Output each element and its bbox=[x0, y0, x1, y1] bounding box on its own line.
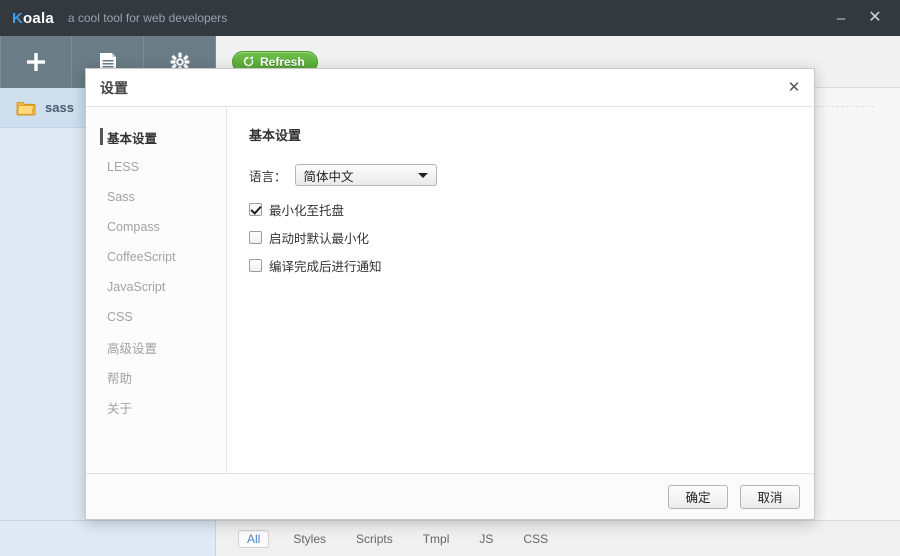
sidebar-item-sass[interactable]: Sass bbox=[86, 182, 226, 212]
language-select-value: 简体中文 bbox=[303, 169, 354, 184]
filter-js[interactable]: JS bbox=[473, 530, 499, 548]
refresh-circular-arrow-icon bbox=[242, 55, 255, 68]
cancel-button[interactable]: 取消 bbox=[740, 484, 800, 509]
start-minimized-row[interactable]: 启动时默认最小化 bbox=[249, 228, 792, 247]
filter-css[interactable]: CSS bbox=[517, 530, 554, 548]
settings-dialog: 设置 ✕ 基本设置 LESS Sass Compass CoffeeScript… bbox=[85, 68, 815, 520]
filter-styles[interactable]: Styles bbox=[287, 530, 332, 548]
chevron-down-icon bbox=[417, 173, 428, 178]
folder-icon bbox=[16, 100, 36, 116]
status-bar-left bbox=[0, 520, 216, 556]
notify-on-compile-label: 编译完成后进行通知 bbox=[269, 260, 382, 274]
app-logo-rest: oala bbox=[23, 9, 54, 27]
refresh-button-label: Refresh bbox=[260, 54, 305, 69]
app-logo: Koala bbox=[12, 10, 54, 27]
dialog-header: 设置 ✕ bbox=[86, 69, 814, 107]
ok-button[interactable]: 确定 bbox=[668, 484, 728, 509]
sidebar-item-javascript[interactable]: JavaScript bbox=[86, 272, 226, 302]
sidebar-item-basic-settings[interactable]: 基本设置 bbox=[86, 122, 226, 152]
filter-tmpl[interactable]: Tmpl bbox=[417, 530, 456, 548]
dialog-title: 设置 bbox=[100, 79, 128, 96]
filter-scripts[interactable]: Scripts bbox=[350, 530, 399, 548]
file-filter-bar: All Styles Scripts Tmpl JS CSS bbox=[216, 520, 900, 556]
sidebar-item-coffeescript[interactable]: CoffeeScript bbox=[86, 242, 226, 272]
app-tagline: a cool tool for web developers bbox=[67, 11, 228, 25]
sidebar-item-css[interactable]: CSS bbox=[86, 302, 226, 332]
minimize-icon[interactable]: – bbox=[824, 0, 858, 36]
start-minimized-checkbox[interactable] bbox=[249, 231, 262, 244]
dialog-content-pane: 基本设置 语言： 简体中文 最小化至托盘 启动时默认最小化 编译完成后进行通知 bbox=[227, 107, 814, 473]
sidebar-item-help[interactable]: 帮助 bbox=[86, 362, 226, 392]
language-label: 语言： bbox=[249, 169, 287, 184]
dialog-sidebar: 基本设置 LESS Sass Compass CoffeeScript Java… bbox=[86, 107, 227, 473]
app-logo-initial: K bbox=[12, 9, 24, 27]
dialog-close-icon[interactable]: ✕ bbox=[784, 77, 804, 97]
title-bar: Koala a cool tool for web developers – ✕ bbox=[0, 0, 900, 36]
project-name-label: sass bbox=[45, 100, 74, 115]
dialog-footer: 确定 取消 bbox=[86, 473, 814, 519]
minimize-to-tray-checkbox[interactable] bbox=[249, 203, 262, 216]
add-project-button[interactable] bbox=[0, 36, 72, 88]
sidebar-item-compass[interactable]: Compass bbox=[86, 212, 226, 242]
close-icon[interactable]: ✕ bbox=[858, 0, 892, 36]
filter-all[interactable]: All bbox=[238, 529, 270, 548]
language-select[interactable]: 简体中文 bbox=[294, 164, 437, 186]
plus-icon bbox=[25, 51, 47, 73]
window-controls: – ✕ bbox=[824, 0, 900, 36]
notify-on-compile-checkbox[interactable] bbox=[249, 259, 262, 272]
dialog-body: 基本设置 LESS Sass Compass CoffeeScript Java… bbox=[86, 107, 814, 473]
language-row: 语言： 简体中文 bbox=[249, 164, 792, 186]
minimize-to-tray-row[interactable]: 最小化至托盘 bbox=[249, 200, 792, 219]
koala-app-window: Koala a cool tool for web developers – ✕ bbox=[0, 0, 900, 556]
minimize-to-tray-label: 最小化至托盘 bbox=[269, 204, 345, 218]
notify-on-compile-row[interactable]: 编译完成后进行通知 bbox=[249, 256, 792, 275]
sidebar-item-less[interactable]: LESS bbox=[86, 152, 226, 182]
sidebar-item-about[interactable]: 关于 bbox=[86, 392, 226, 422]
sidebar-item-advanced-settings[interactable]: 高级设置 bbox=[86, 332, 226, 362]
filter-group: All Styles Scripts Tmpl JS CSS bbox=[238, 529, 554, 548]
content-heading: 基本设置 bbox=[249, 128, 302, 143]
start-minimized-label: 启动时默认最小化 bbox=[269, 232, 370, 246]
